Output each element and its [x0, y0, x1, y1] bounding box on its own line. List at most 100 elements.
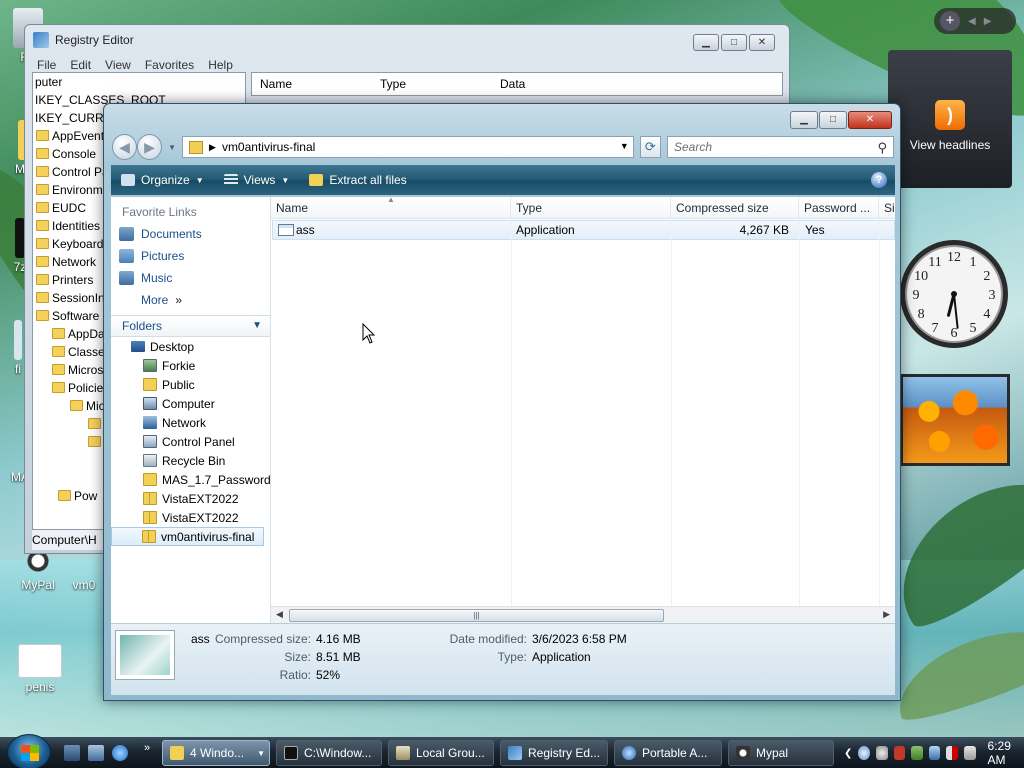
column-name[interactable]: Name: [252, 77, 372, 91]
views-button[interactable]: Views ▼: [214, 165, 300, 195]
column-type[interactable]: Type: [372, 77, 492, 91]
close-button[interactable]: ✕: [848, 111, 892, 129]
menu-file[interactable]: File: [37, 58, 56, 72]
menu-view[interactable]: View: [105, 58, 131, 72]
scrollbar-thumb[interactable]: |||: [289, 609, 664, 622]
document-icon: [18, 644, 62, 678]
column-size[interactable]: Si: [879, 197, 895, 218]
folder-vm0antivirus-final[interactable]: vm0antivirus-final: [111, 527, 264, 546]
breadcrumb-chevron-icon[interactable]: ▶: [209, 142, 216, 153]
address-dropdown-icon[interactable]: ▼: [620, 141, 629, 151]
taskbar-button-windows-explorer[interactable]: 4 Windo... ▼: [162, 740, 270, 766]
navigation-bar: ◀ ▶ ▼ ▶ vm0antivirus-final ▼ ⟳ Search ⚲: [112, 134, 894, 160]
favorite-documents[interactable]: Documents: [111, 223, 270, 245]
network-status-icon[interactable]: [928, 746, 941, 760]
next-page-icon[interactable]: ▶: [984, 16, 992, 27]
maximize-button[interactable]: □: [819, 111, 847, 129]
favorite-pictures[interactable]: Pictures: [111, 245, 270, 267]
taskbar-button-mypal[interactable]: Mypal: [728, 740, 834, 766]
folder-desktop[interactable]: Desktop: [111, 337, 270, 356]
extract-all-button[interactable]: Extract all files: [299, 165, 416, 195]
clock-gadget[interactable]: 12 12 3 45678 9 1011: [898, 232, 1010, 354]
folder-control-panel[interactable]: Control Panel: [111, 432, 270, 451]
clock-numeral: 5: [970, 321, 977, 336]
folder-icon: [36, 292, 49, 303]
help-icon[interactable]: ?: [871, 172, 887, 188]
horizontal-scrollbar[interactable]: ◀ ||| ▶: [271, 606, 895, 623]
minimize-button[interactable]: ▁: [693, 34, 719, 51]
favorite-music[interactable]: Music: [111, 267, 270, 289]
details-ratio: Ratio: 52%: [279, 668, 341, 682]
back-button[interactable]: ◀: [112, 134, 138, 160]
folder-vistaext-2[interactable]: VistaEXT2022: [111, 508, 270, 527]
taskbar-button-portable-app[interactable]: Portable A...: [614, 740, 722, 766]
file-row[interactable]: ass Application 4,267 KB Yes: [272, 220, 895, 240]
menu-edit[interactable]: Edit: [70, 58, 91, 72]
more-favorites-link[interactable]: More »: [111, 289, 270, 311]
taskbar-button-registry-editor[interactable]: Registry Ed...: [500, 740, 608, 766]
folder-computer[interactable]: Computer: [111, 394, 270, 413]
column-password[interactable]: Password ...: [799, 197, 879, 218]
folder-public[interactable]: Public: [111, 375, 270, 394]
clock-numeral: 3: [989, 288, 996, 303]
file-thumbnail: [115, 630, 175, 680]
folder-mas[interactable]: MAS_1.7_Password_: [111, 470, 270, 489]
minimize-button[interactable]: ▁: [790, 111, 818, 129]
previous-page-icon[interactable]: ◀: [968, 16, 976, 27]
search-input[interactable]: Search ⚲: [666, 136, 894, 158]
taskbar-button-local-group-policy[interactable]: Local Grou...: [388, 740, 494, 766]
show-desktop-icon[interactable]: [64, 745, 80, 761]
sidebar-gadget-controls: + ◀ ▶: [934, 8, 1016, 34]
refresh-button[interactable]: ⟳: [639, 136, 661, 158]
safely-remove-icon[interactable]: [875, 746, 888, 760]
organize-button[interactable]: Organize ▼: [111, 165, 214, 195]
registry-editor-titlebar[interactable]: Registry Editor: [25, 25, 789, 55]
switch-windows-icon[interactable]: [88, 745, 104, 761]
file-list[interactable]: ▲ Name Type Compressed size Password ...…: [271, 195, 895, 623]
search-icon[interactable]: ⚲: [877, 138, 887, 158]
tree-item[interactable]: puter: [33, 73, 245, 91]
close-button[interactable]: ✕: [749, 34, 775, 51]
menu-favorites[interactable]: Favorites: [145, 58, 194, 72]
scroll-right-icon[interactable]: ▶: [883, 609, 890, 620]
folder-tree: Desktop Forkie Public Computer Network C…: [111, 337, 270, 546]
address-path[interactable]: vm0antivirus-final: [222, 140, 315, 154]
column-compressed-size[interactable]: Compressed size: [671, 197, 799, 218]
folder-vistaext-1[interactable]: VistaEXT2022: [111, 489, 270, 508]
slideshow-gadget[interactable]: [900, 374, 1010, 466]
folder-icon: [52, 364, 65, 375]
security-alert-icon[interactable]: [893, 746, 906, 760]
desktop-icon-penis[interactable]: penis: [12, 644, 68, 694]
zip-folder-icon: [189, 140, 204, 154]
maximize-button[interactable]: □: [721, 34, 747, 51]
column-type[interactable]: Type: [511, 197, 671, 218]
taskbar-button-command-prompt[interactable]: C:\Window...: [276, 740, 382, 766]
music-icon: [119, 271, 134, 285]
rss-icon: ): [935, 100, 965, 130]
system-clock[interactable]: 6:29 AM: [988, 739, 1024, 767]
forward-button[interactable]: ▶: [137, 134, 163, 160]
add-gadget-button[interactable]: +: [940, 11, 960, 31]
explorer-window[interactable]: ▁ □ ✕ ◀ ▶ ▼ ▶ vm0antivirus-final ▼ ⟳ Sea…: [103, 103, 901, 701]
address-bar[interactable]: ▶ vm0antivirus-final ▼: [182, 136, 634, 158]
volume-muted-icon[interactable]: [946, 746, 958, 760]
sync-icon[interactable]: [858, 746, 870, 760]
show-hidden-icons-chevron[interactable]: ❮: [844, 748, 852, 759]
folder-forkie[interactable]: Forkie: [111, 356, 270, 375]
internet-explorer-icon[interactable]: [112, 745, 128, 761]
scroll-left-icon[interactable]: ◀: [276, 609, 283, 620]
folder-network[interactable]: Network: [111, 413, 270, 432]
start-button[interactable]: [7, 734, 51, 768]
recent-pages-dropdown[interactable]: ▼: [168, 143, 176, 152]
feed-headlines-gadget[interactable]: ) View headlines: [888, 50, 1012, 188]
defender-icon[interactable]: [911, 746, 923, 760]
status-bar: Computer\H: [32, 530, 112, 550]
details-compressed-size: Compressed size: 4.16 MB: [214, 632, 361, 646]
folders-toggle[interactable]: Folders ▼: [111, 315, 270, 337]
folder-recycle-bin[interactable]: Recycle Bin: [111, 451, 270, 470]
power-icon[interactable]: [963, 746, 976, 760]
quick-launch-overflow[interactable]: »: [144, 742, 150, 754]
column-data[interactable]: Data: [492, 77, 612, 91]
menu-help[interactable]: Help: [208, 58, 233, 72]
file-password-cell: Yes: [805, 223, 825, 237]
